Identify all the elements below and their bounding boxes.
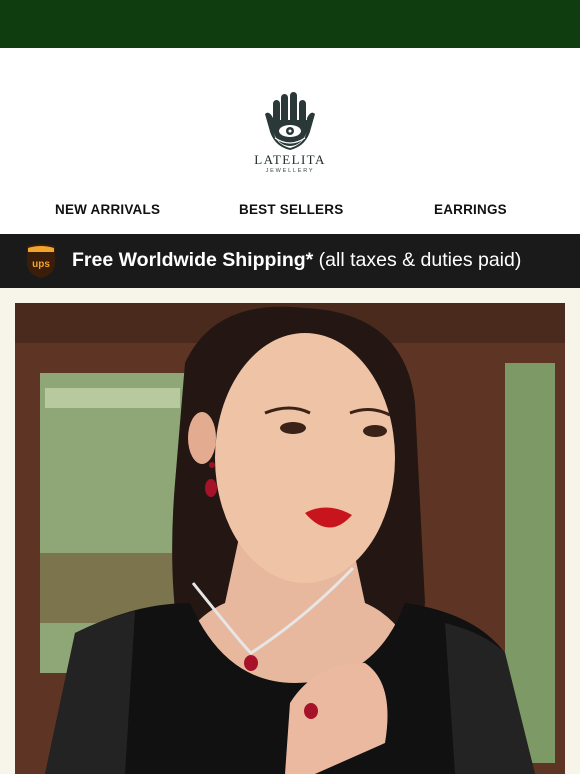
model-wearing-ruby-jewellery-photo [15,303,565,774]
shipping-banner[interactable]: ups Free Worldwide Shipping* (all taxes … [0,234,580,288]
shipping-bold-text: Free Worldwide Shipping* [72,249,314,271]
top-green-bar [0,0,580,48]
shipping-text: Free Worldwide Shipping* (all taxes & du… [72,249,521,272]
main-navigation: NEW ARRIVALS BEST SELLERS EARRINGS [0,196,580,226]
nav-earrings[interactable]: EARRINGS [434,202,507,217]
svg-text:ups: ups [32,259,50,270]
ups-logo-icon: ups [27,244,55,278]
nav-new-arrivals[interactable]: NEW ARRIVALS [55,202,160,217]
hero-image[interactable] [15,303,565,774]
brand-tagline: JEWELLERY [265,168,315,174]
brand-logo[interactable]: LATELITA JEWELLERY [0,48,580,188]
hamsa-hand-icon [265,92,315,150]
brand-name: LATELITA [254,152,326,167]
nav-best-sellers[interactable]: BEST SELLERS [239,202,343,217]
shipping-detail-text: (all taxes & duties paid) [318,249,522,271]
